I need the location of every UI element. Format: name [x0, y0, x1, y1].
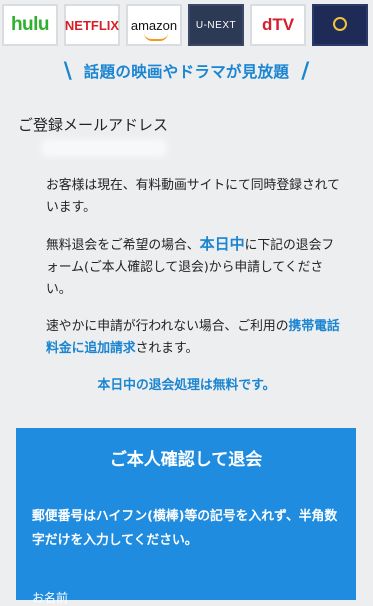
amazon-logo[interactable]: amazon: [126, 4, 182, 46]
notice-p3-post: されます。: [135, 341, 199, 356]
name-field-label: お名前: [32, 591, 69, 605]
notice-p3-pre: 速やかに申請が行われない場合、ご利用の: [46, 319, 289, 334]
hulu-logo[interactable]: hulu: [2, 4, 58, 46]
service-logo-strip: hulu NETFLIX amazon U-NEXT dTV: [0, 0, 373, 50]
headline: \ 話題の映画やドラマが見放題 /: [0, 56, 373, 86]
unext-logo-text: U-NEXT: [195, 19, 237, 31]
notice-p2-pre: 無料退会をご希望の場合、: [46, 238, 200, 253]
cancellation-form: ご本人確認して退会 郵便番号はハイフン(横棒)等の記号を入れず、半角数字だけを入…: [16, 428, 356, 605]
headline-text: 話題の映画やドラマが見放題: [83, 63, 290, 81]
postal-code-instruction: 郵便番号はハイフン(横棒)等の記号を入れず、半角数字だけを入力してください。: [32, 509, 338, 548]
right-slash-decoration: /: [301, 58, 310, 84]
email-label: ご登録メールアドレス: [18, 116, 169, 134]
notice-paragraph-2: 無料退会をご希望の場合、本日中に下記の退会フォーム(ご本人確認して退会)から申請…: [46, 233, 346, 301]
paravi-mark-icon: [333, 17, 347, 31]
netflix-logo[interactable]: NETFLIX: [64, 4, 120, 46]
free-cancellation-note: 本日中の退会処理は無料です。: [97, 378, 276, 393]
notice-paragraph-1: お客様は現在、有料動画サイトにて同時登録されています。: [46, 178, 340, 215]
amazon-smile-icon: [144, 33, 168, 41]
dtv-logo-text: dTV: [261, 15, 295, 34]
form-title: ご本人確認して退会: [109, 450, 263, 470]
paravi-logo[interactable]: [312, 4, 368, 46]
email-value-redacted: [44, 143, 164, 153]
left-slash-decoration: \: [63, 58, 72, 84]
hulu-logo-text: hulu: [10, 14, 50, 35]
notice-paragraph-3: 速やかに申請が行われない場合、ご利用の携帯電話料金に追加請求されます。: [46, 316, 346, 360]
netflix-logo-text: NETFLIX: [64, 17, 120, 33]
unext-logo[interactable]: U-NEXT: [188, 4, 244, 46]
notice-p2-highlight: 本日中: [199, 235, 245, 253]
dtv-logo[interactable]: dTV: [250, 4, 306, 46]
amazon-logo-text: amazon: [130, 17, 178, 33]
